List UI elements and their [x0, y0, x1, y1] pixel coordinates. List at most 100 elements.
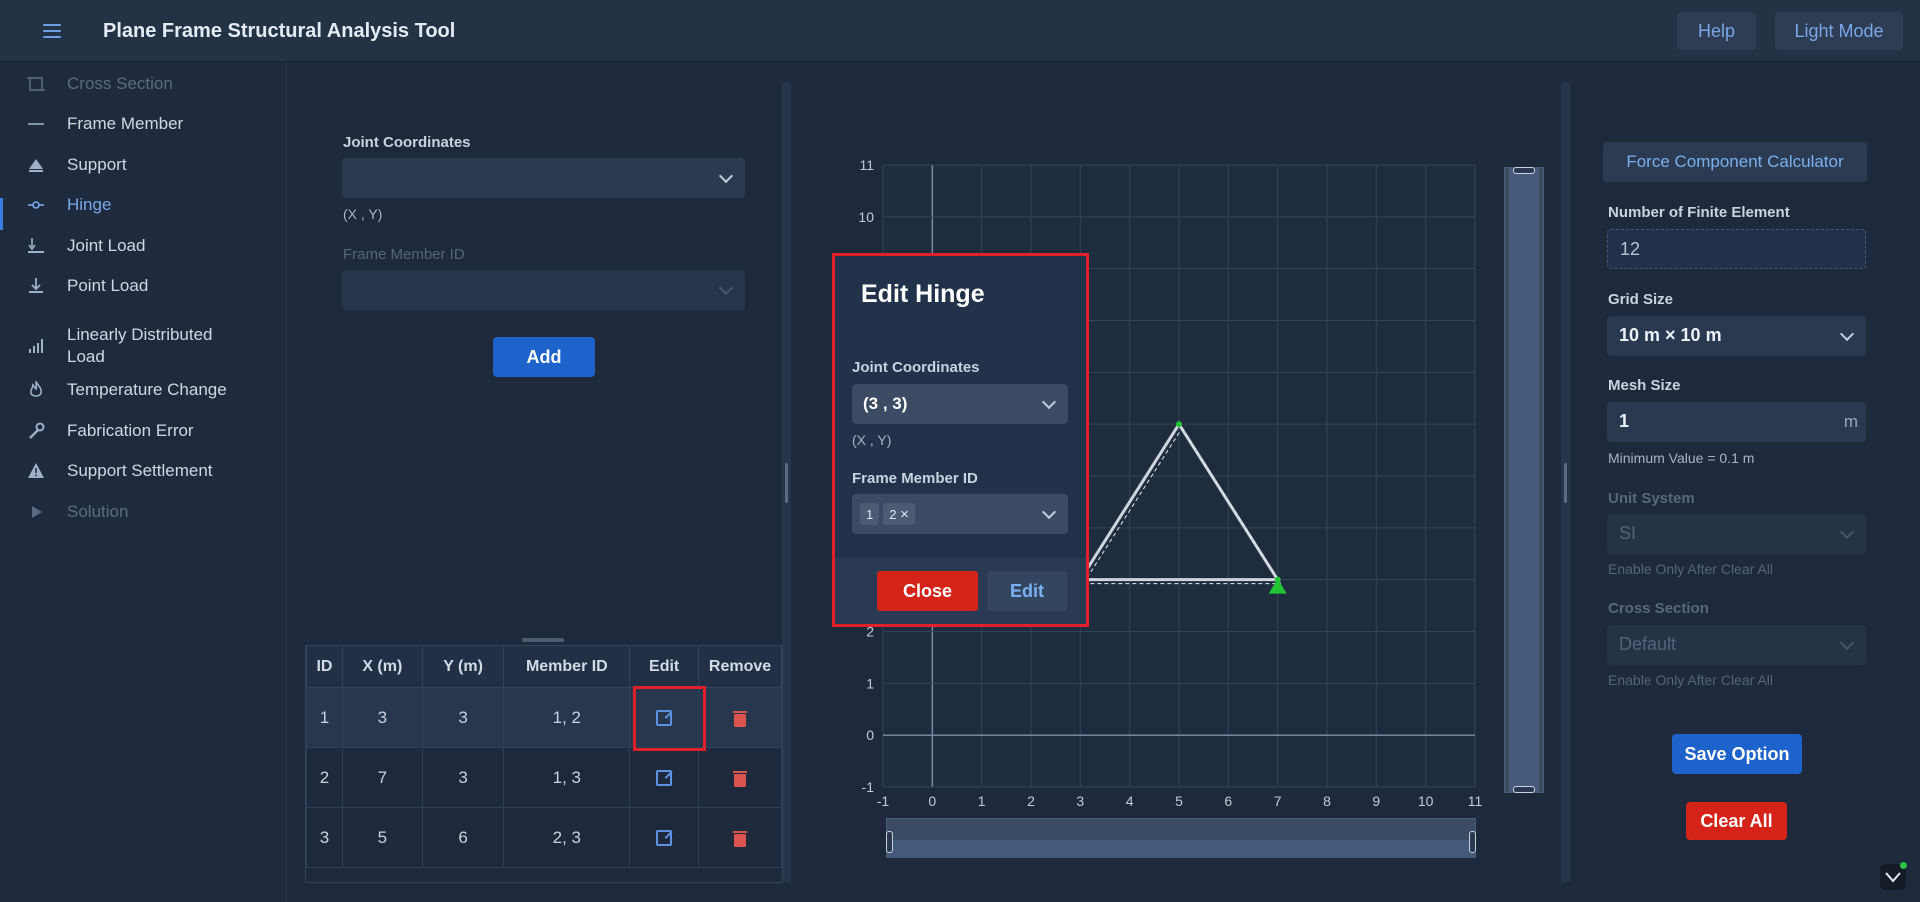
sidebar-item-label: Temperature Change [67, 380, 227, 399]
x-tick-label: 7 [1274, 793, 1282, 809]
modal-highlight [832, 253, 1089, 627]
table-header-row: ID X (m) Y (m) Member ID Edit Remove [306, 645, 782, 688]
sidebar-item-temperature-change[interactable]: Temperature Change [0, 379, 287, 401]
edit-icon[interactable] [656, 830, 673, 847]
sidebar-item-cross-section[interactable]: Cross Section [0, 73, 287, 95]
download-arrow-icon [26, 276, 46, 296]
y-tick-label: 11 [859, 157, 874, 173]
col-header-x: X (m) [341, 645, 423, 688]
warning-icon [26, 461, 46, 481]
sidebar-item-hinge[interactable]: Hinge [0, 194, 287, 216]
hinge-icon [26, 195, 46, 215]
joint-coordinates-select[interactable] [342, 158, 745, 198]
edit-icon[interactable] [656, 770, 673, 787]
sidebar-item-label: Fabrication Error [67, 421, 194, 440]
sidebar-item-linearly-distributed-load[interactable]: Linearly Distributed Load [0, 324, 287, 368]
cell-y: 6 [421, 807, 505, 868]
x-tick-label: 4 [1126, 793, 1134, 809]
cell-y: 3 [421, 687, 505, 748]
y-zoom-slider[interactable] [1504, 167, 1544, 793]
line-icon [26, 114, 46, 134]
chevron-down-icon [1839, 635, 1855, 651]
panel-resize-handle[interactable] [785, 463, 788, 503]
table-resize-handle[interactable] [522, 638, 564, 642]
cell-remove [698, 807, 782, 868]
cell-x: 3 [341, 687, 423, 748]
x-zoom-slider[interactable] [886, 818, 1476, 858]
x-zoom-handle-left[interactable] [886, 831, 893, 853]
joint-load-icon [26, 236, 46, 256]
sidebar-item-frame-member[interactable]: Frame Member [0, 113, 287, 135]
wrench-icon [26, 421, 46, 441]
add-button[interactable]: Add [493, 337, 595, 377]
grid-size-value: 10 m × 10 m [1619, 325, 1722, 345]
frame-member-id-select[interactable] [342, 270, 745, 310]
mesh-size-label: Mesh Size [1608, 377, 1681, 394]
table-row[interactable]: 1 3 3 1, 2 [306, 687, 782, 748]
col-header-id: ID [306, 645, 343, 688]
light-mode-button[interactable]: Light Mode [1775, 12, 1903, 50]
joint-marker [1176, 421, 1182, 428]
sidebar-item-joint-load[interactable]: Joint Load [0, 235, 287, 257]
finite-element-input[interactable]: 12 [1607, 229, 1866, 269]
table-row[interactable]: 2 7 3 1, 3 [306, 747, 782, 808]
y-zoom-handle-top[interactable] [1513, 167, 1535, 174]
y-zoom-handle-bottom[interactable] [1513, 786, 1535, 793]
hinge-table: ID X (m) Y (m) Member ID Edit Remove 1 3… [306, 645, 782, 868]
finite-element-value: 12 [1620, 239, 1641, 259]
grid-size-select[interactable]: 10 m × 10 m [1607, 316, 1866, 356]
clear-all-button[interactable]: Clear All [1686, 802, 1787, 840]
cell-id: 2 [306, 747, 343, 808]
cross-section-hint: Enable Only After Clear All [1608, 672, 1773, 688]
save-option-button[interactable]: Save Option [1672, 734, 1802, 774]
cell-id: 1 [306, 687, 343, 748]
chevron-down-icon [718, 280, 734, 296]
chat-widget-icon[interactable] [1880, 862, 1907, 890]
cross-section-label: Cross Section [1608, 600, 1709, 617]
sidebar-item-support[interactable]: Support [0, 154, 287, 176]
crop-icon [26, 74, 46, 94]
frame-member-id-label: Frame Member ID [343, 246, 465, 263]
status-dot [1900, 862, 1907, 869]
play-icon [26, 502, 46, 522]
sidebar-item-label: Hinge [67, 195, 112, 214]
right-resize-handle[interactable] [1564, 463, 1567, 503]
table-row[interactable]: 3 5 6 2, 3 [306, 807, 782, 868]
sidebar-item-label: Frame Member [67, 114, 184, 133]
joint-coordinates-label: Joint Coordinates [343, 134, 471, 151]
x-tick-label: 10 [1418, 793, 1434, 809]
cell-members: 1, 2 [503, 687, 631, 748]
sidebar-item-label: Support Settlement [67, 461, 213, 480]
finite-element-label: Number of Finite Element [1608, 204, 1790, 221]
chevron-down-icon [1839, 524, 1855, 540]
hamburger-menu-icon[interactable] [38, 19, 66, 43]
sidebar-item-support-settlement[interactable]: Support Settlement [0, 460, 287, 482]
sidebar-item-label: Support [67, 155, 127, 174]
y-zoom-range [1509, 168, 1539, 792]
x-zoom-handle-right[interactable] [1469, 831, 1476, 853]
trash-icon[interactable] [733, 830, 748, 847]
cell-id: 3 [306, 807, 343, 868]
force-calculator-button[interactable]: Force Component Calculator [1603, 142, 1867, 182]
sidebar-item-point-load[interactable]: Point Load [0, 275, 287, 297]
sidebar-item-label: Linearly Distributed Load [67, 325, 213, 366]
cell-members: 1, 3 [503, 747, 631, 808]
trash-icon[interactable] [733, 710, 748, 727]
joint-coordinates-hint: (X , Y) [343, 206, 383, 222]
cross-section-select[interactable]: Default [1607, 625, 1866, 665]
x-tick-label: 5 [1175, 793, 1183, 809]
x-tick-label: 11 [1468, 793, 1483, 809]
col-header-y: Y (m) [421, 645, 505, 688]
help-button[interactable]: Help [1677, 12, 1756, 50]
app-title: Plane Frame Structural Analysis Tool [103, 20, 456, 42]
unit-system-label: Unit System [1608, 490, 1695, 507]
unit-system-select[interactable]: SI [1607, 514, 1866, 554]
sidebar-item-solution[interactable]: Solution [0, 501, 287, 523]
y-tick-label: -1 [862, 779, 875, 795]
y-tick-label: 1 [866, 675, 874, 691]
chevron-down-icon [718, 168, 734, 184]
mesh-size-input[interactable]: 1 m [1607, 402, 1866, 442]
trash-icon[interactable] [733, 770, 748, 787]
y-tick-label: 0 [866, 727, 874, 743]
sidebar-item-fabrication-error[interactable]: Fabrication Error [0, 420, 287, 442]
